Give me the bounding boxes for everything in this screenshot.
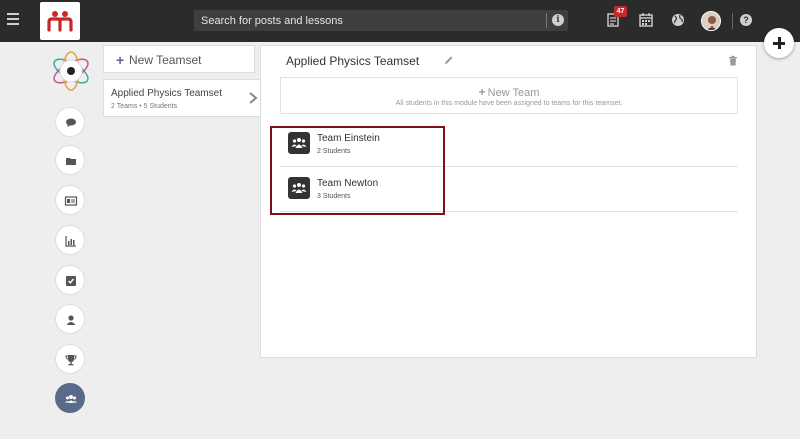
- new-team-label-row: + New Team: [281, 85, 737, 99]
- new-team-button[interactable]: + New Team All students in this module ha…: [280, 77, 738, 114]
- notification-badge: 47: [614, 6, 627, 17]
- rail-chat-button[interactable]: [55, 107, 85, 137]
- team-row[interactable]: Team Einstein 2 Students: [280, 122, 738, 167]
- topbar-divider: [732, 13, 733, 29]
- add-button[interactable]: [764, 28, 794, 58]
- teamset-detail-panel: Applied Physics Teamset + New Team All st…: [260, 45, 757, 358]
- plus-icon: +: [116, 52, 125, 68]
- plus-icon: +: [478, 85, 486, 99]
- team-meta: 3 Students: [317, 193, 351, 200]
- info-icon[interactable]: i: [552, 14, 564, 26]
- team-name: Team Newton: [317, 178, 379, 189]
- user-icon: [66, 315, 76, 325]
- rail-trophy-button[interactable]: [55, 344, 85, 374]
- page-title: Applied Physics Teamset: [286, 54, 420, 68]
- rail-user-button[interactable]: [55, 304, 85, 334]
- team-name: Team Einstein: [317, 133, 380, 144]
- team-meta: 2 Students: [317, 148, 351, 155]
- chat-icon: [66, 118, 76, 127]
- new-teamset-button[interactable]: + New Teamset: [103, 45, 255, 73]
- avatar-image: [702, 12, 720, 30]
- group-icon: [65, 395, 77, 403]
- rail-stats-button[interactable]: [55, 225, 85, 255]
- teamset-name: Applied Physics Teamset: [111, 88, 222, 99]
- search-bar: i: [194, 10, 568, 31]
- teamset-meta: 2 Teams • 5 Students: [111, 103, 178, 110]
- trash-icon[interactable]: [728, 55, 738, 66]
- team-row[interactable]: Team Newton 3 Students: [280, 167, 738, 212]
- chevron-right-icon: [249, 92, 258, 104]
- new-team-note: All students in this module have been as…: [395, 100, 623, 107]
- group-icon: [291, 138, 307, 148]
- calendar-icon[interactable]: [638, 12, 654, 28]
- help-icon[interactable]: ?: [740, 14, 752, 26]
- rail-tasks-button[interactable]: [55, 265, 85, 295]
- menu-icon[interactable]: [7, 13, 19, 27]
- id-card-icon: [64, 196, 78, 206]
- trophy-icon: [65, 355, 77, 366]
- rail-id-card-button[interactable]: [55, 185, 85, 215]
- user-avatar[interactable]: [701, 11, 721, 31]
- search-input[interactable]: [194, 10, 544, 31]
- new-teamset-label: New Teamset: [129, 53, 202, 67]
- rail-teams-button[interactable]: [55, 383, 85, 413]
- rail-folder-button[interactable]: [55, 145, 85, 175]
- app-logo-mark: [47, 11, 73, 32]
- group-icon: [291, 183, 307, 193]
- globe-icon[interactable]: [670, 12, 686, 28]
- bar-chart-icon: [65, 236, 76, 247]
- top-navigation-bar: i 47 ?: [0, 0, 800, 42]
- module-atom-logo: [53, 51, 89, 91]
- teamset-list-item[interactable]: Applied Physics Teamset 2 Teams • 5 Stud…: [103, 79, 261, 117]
- search-divider: [546, 13, 547, 28]
- pencil-icon[interactable]: [444, 55, 454, 65]
- team-icon: [288, 132, 310, 154]
- app-logo[interactable]: [40, 2, 80, 40]
- folder-icon: [66, 158, 76, 165]
- new-team-label: New Team: [487, 87, 540, 99]
- checkbox-icon: [66, 276, 76, 286]
- team-icon: [288, 177, 310, 199]
